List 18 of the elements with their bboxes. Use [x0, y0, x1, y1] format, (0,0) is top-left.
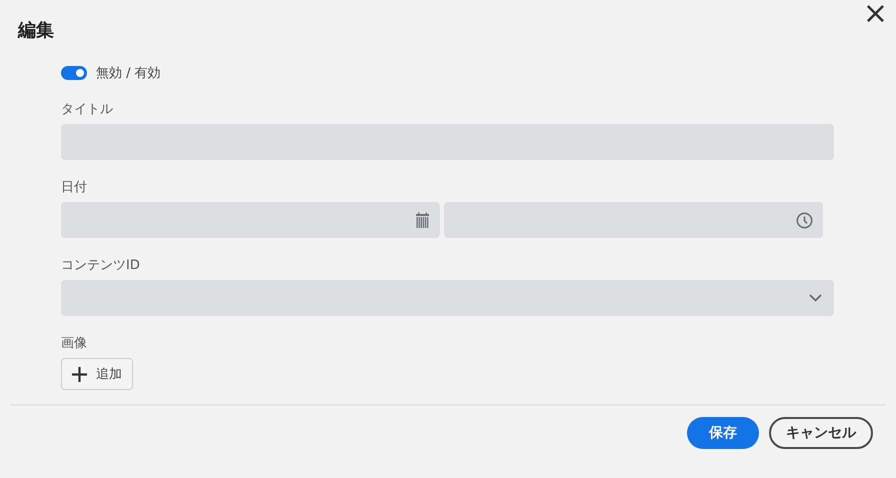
dialog-title: 編集: [18, 19, 54, 42]
field-label: コンテンツID: [61, 257, 140, 274]
save-button[interactable]: 保存: [687, 417, 759, 449]
cancel-button[interactable]: キャンセル: [769, 417, 873, 449]
field-label: 日付: [61, 179, 87, 196]
clock-icon: [796, 212, 813, 228]
time-field[interactable]: [444, 202, 823, 238]
chevron-down-icon: [809, 294, 822, 302]
select-field[interactable]: [61, 280, 834, 316]
toggle-switch[interactable]: [61, 66, 87, 80]
toggle-label: 無効 / 有効: [96, 65, 161, 82]
add-button[interactable]: 追加: [61, 358, 133, 390]
calendar-icon: [415, 212, 430, 228]
close-button[interactable]: ×: [862, 4, 888, 24]
plus-icon: [72, 366, 87, 382]
field-label: タイトル: [61, 101, 113, 118]
field-label: 画像: [61, 335, 87, 352]
date-field[interactable]: [61, 202, 440, 238]
